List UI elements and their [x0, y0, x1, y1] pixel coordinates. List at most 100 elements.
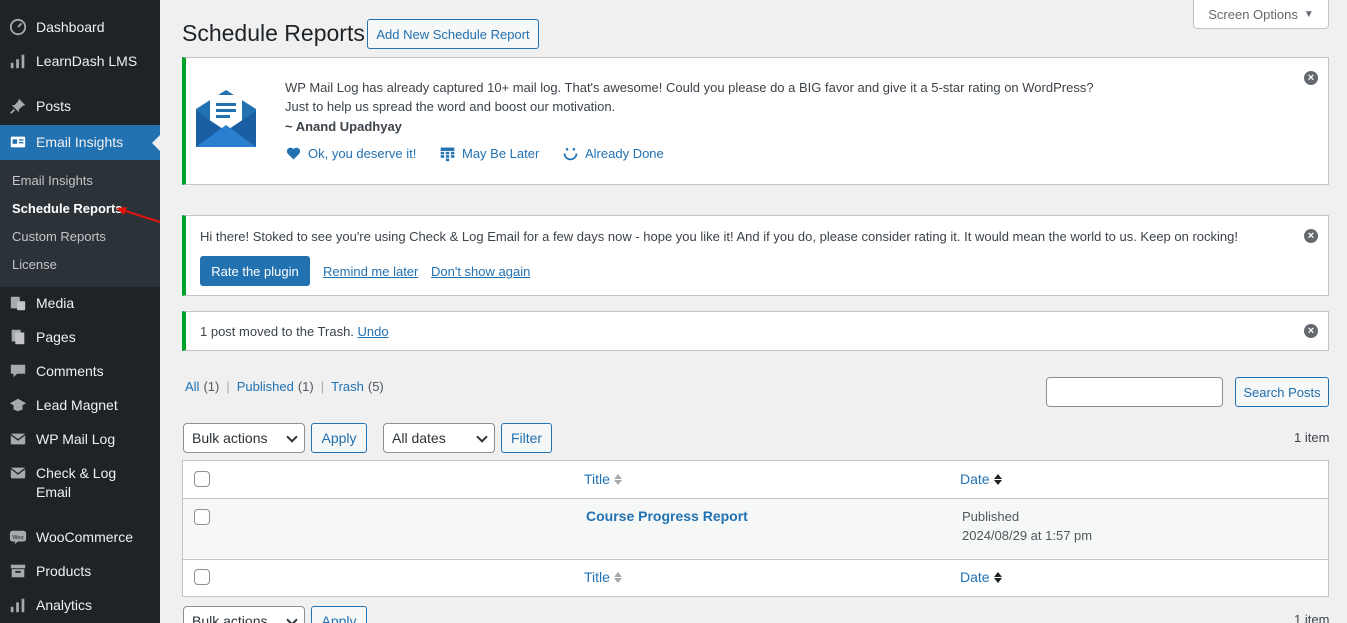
posts-table: Title Date Course Progress Report Publis… — [182, 460, 1329, 597]
media-icon — [0, 294, 36, 312]
sort-icon — [613, 571, 622, 583]
mail-icon — [0, 430, 36, 448]
graduation-cap-icon — [0, 396, 36, 414]
ok-deserve-it-link[interactable]: Ok, you deserve it! — [285, 145, 416, 162]
filter-all-count: (1) — [203, 379, 220, 394]
submenu-email-insights[interactable]: Email Insights — [12, 173, 93, 188]
screen-options-button[interactable]: Screen Options ▼ — [1193, 0, 1329, 29]
calendar-icon — [440, 147, 455, 162]
chevron-down-icon — [476, 431, 488, 443]
post-date: 2024/08/29 at 1:57 pm — [962, 528, 1093, 543]
already-done-link[interactable]: Already Done — [562, 145, 664, 162]
filter-separator: | — [226, 379, 230, 394]
menu-label: WP Mail Log — [36, 431, 116, 447]
menu-item-learndash[interactable]: LearnDash LMS — [0, 52, 160, 71]
action-label: Already Done — [585, 146, 664, 161]
smiley-icon — [563, 147, 578, 161]
notice-submessage: Just to help us spread the word and boos… — [285, 99, 616, 114]
notice-author: ~ Anand Upadhyay — [285, 119, 402, 134]
menu-label: Check & Log Email — [36, 465, 117, 500]
admin-sidebar: Dashboard LearnDash LMS Posts Email Insi… — [0, 0, 160, 623]
menu-item-products[interactable]: Products — [0, 562, 160, 581]
remind-later-link[interactable]: Remind me later — [323, 262, 418, 281]
undo-link[interactable]: Undo — [358, 324, 389, 339]
menu-item-dashboard[interactable]: Dashboard — [0, 18, 160, 37]
dismiss-icon[interactable]: × — [1304, 324, 1318, 338]
post-status: Published — [962, 509, 1020, 524]
comments-icon — [0, 362, 36, 380]
woocommerce-icon: Woo — [0, 528, 36, 546]
menu-item-woocommerce[interactable]: Woo WooCommerce — [0, 528, 160, 547]
archive-icon — [0, 562, 36, 580]
title-column-footer[interactable]: Title — [584, 569, 622, 585]
chevron-down-icon — [286, 614, 298, 623]
rate-plugin-button[interactable]: Rate the plugin — [200, 256, 310, 286]
bulk-actions-value: Bulk actions — [192, 613, 268, 623]
submenu-schedule-reports[interactable]: Schedule Reports — [12, 201, 123, 216]
post-title-link[interactable]: Course Progress Report — [586, 508, 748, 524]
menu-item-analytics[interactable]: Analytics — [0, 596, 160, 615]
filter-published-link[interactable]: Published — [237, 379, 294, 394]
row-checkbox[interactable] — [194, 509, 210, 525]
submenu-custom-reports[interactable]: Custom Reports — [12, 229, 106, 244]
menu-item-comments[interactable]: Comments — [0, 362, 160, 381]
item-count: 1 item — [1294, 430, 1330, 445]
menu-label: Analytics — [36, 597, 93, 613]
filter-all-link[interactable]: All — [185, 379, 199, 394]
trash-message: 1 post moved to the Trash. — [200, 324, 354, 339]
select-all-checkbox[interactable] — [194, 471, 210, 487]
bulk-actions-select-bottom[interactable]: Bulk actions — [183, 606, 305, 623]
column-label: Title — [584, 471, 610, 487]
mail-icon — [0, 464, 36, 482]
sort-icon — [993, 571, 1002, 583]
filter-trash-link[interactable]: Trash — [331, 379, 364, 394]
heart-icon — [286, 147, 301, 160]
menu-item-check-log-email[interactable]: Check & Log Email — [0, 464, 160, 502]
filter-button[interactable]: Filter — [501, 423, 552, 453]
menu-item-lead-magnet[interactable]: Lead Magnet — [0, 396, 160, 415]
title-column-header[interactable]: Title — [584, 471, 622, 487]
menu-label: Email Insights — [36, 134, 124, 150]
search-input[interactable] — [1046, 377, 1223, 407]
select-all-checkbox-footer[interactable] — [194, 569, 210, 585]
filter-trash-count: (5) — [367, 379, 384, 394]
date-filter-value: All dates — [392, 430, 446, 446]
add-new-report-button[interactable]: Add New Schedule Report — [367, 19, 539, 49]
trash-notice: 1 post moved to the Trash. Undo × — [182, 311, 1329, 351]
menu-item-posts[interactable]: Posts — [0, 97, 160, 116]
envelope-icon — [196, 90, 256, 147]
menu-label: WooCommerce — [36, 529, 133, 545]
dismiss-icon[interactable]: × — [1304, 71, 1318, 85]
menu-label: Dashboard — [36, 19, 105, 35]
menu-label: Pages — [36, 329, 76, 345]
page-title: Schedule Reports — [182, 20, 365, 46]
pin-icon — [0, 97, 36, 115]
menu-label: Comments — [36, 363, 104, 379]
submenu-license[interactable]: License — [12, 257, 57, 272]
menu-item-media[interactable]: Media — [0, 294, 160, 313]
menu-item-pages[interactable]: Pages — [0, 328, 160, 347]
may-be-later-link[interactable]: May Be Later — [439, 145, 539, 162]
notice-message: WP Mail Log has already captured 10+ mai… — [285, 80, 1094, 95]
dismiss-icon[interactable]: × — [1304, 229, 1318, 243]
menu-item-email-insights[interactable]: Email Insights — [0, 125, 160, 160]
annotation-arrow-icon — [116, 207, 161, 223]
svg-text:Woo: Woo — [12, 535, 24, 541]
dont-show-again-link[interactable]: Don't show again — [431, 262, 530, 281]
dashboard-icon — [0, 18, 36, 36]
apply-button-bottom[interactable]: Apply — [311, 606, 367, 623]
apply-button[interactable]: Apply — [311, 423, 367, 453]
menu-item-wp-mail-log[interactable]: WP Mail Log — [0, 430, 160, 449]
date-filter-select[interactable]: All dates — [383, 423, 495, 453]
menu-label: LearnDash LMS — [36, 53, 138, 69]
pages-icon — [0, 328, 36, 346]
sort-icon — [613, 473, 622, 485]
column-label: Title — [584, 569, 610, 585]
date-column-header[interactable]: Date — [960, 471, 1002, 487]
date-column-footer[interactable]: Date — [960, 569, 1002, 585]
column-label: Date — [960, 471, 990, 487]
bulk-actions-select[interactable]: Bulk actions — [183, 423, 305, 453]
footer-divider — [183, 559, 1328, 560]
search-posts-button[interactable]: Search Posts — [1235, 377, 1329, 407]
item-count-bottom: 1 item — [1294, 612, 1330, 623]
